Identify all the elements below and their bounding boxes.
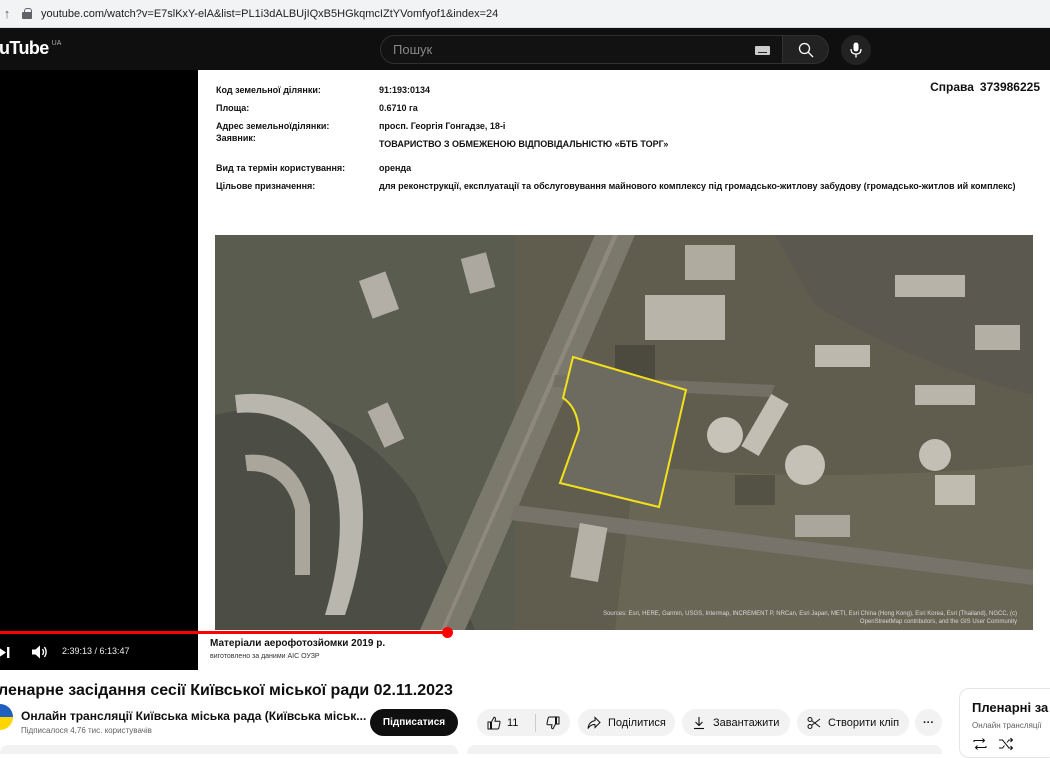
search-icon [798,42,813,57]
volume-icon[interactable] [32,645,48,659]
like-button[interactable]: 11 [477,709,535,736]
channel-name[interactable]: Онлайн трансляції Київська міська рада (… [21,709,366,723]
row-label: Площа: [216,103,250,113]
youtube-logo[interactable]: uTube UA [0,38,61,59]
row-label: Цільове призначення: [216,181,316,191]
row-label: Код земельної ділянки: [216,85,321,95]
search-box[interactable] [380,35,783,64]
row-value: оренда [379,163,412,173]
photo-caption-source: виготовлено за даними АІС ОУЗР [210,653,320,660]
subscribe-button[interactable]: Підписатися [370,709,458,736]
video-player[interactable]: Справа 373986225 Код земельної ділянки: 9… [0,70,1050,670]
region-label: UA [51,40,62,47]
clip-label: Створити кліп [828,716,900,729]
keyboard-icon[interactable] [755,46,770,55]
scrubber-handle[interactable] [442,627,453,638]
search-input[interactable] [393,42,733,57]
playlist-controls [972,737,1014,751]
subscriber-count: Підписалося 4,76 тис. користувачів [21,726,152,735]
clip-button[interactable]: Створити кліп [797,709,909,736]
lock-icon[interactable] [22,8,32,19]
like-count: 11 [507,716,519,729]
download-icon [694,716,704,729]
row-label: Вид та термін користування: [216,163,346,173]
row-value: для реконструкції, експлуатації та обслу… [379,181,1016,191]
loop-icon[interactable] [972,737,988,751]
playlist-channel[interactable]: Онлайн трансляції [972,721,1041,730]
more-actions-button[interactable]: ··· [915,709,942,736]
search-button[interactable] [783,35,829,64]
map-attribution: Sources: Esri, HERE, Garmin, USGS, Inter… [603,611,1017,625]
logo-text: uTube [0,38,49,58]
share-button[interactable]: Поділитися [578,709,675,736]
row-value: 91:193:0134 [379,85,431,95]
player-controls: 2:39:13 / 6:13:47 [0,634,198,670]
channel-avatar[interactable] [0,704,13,730]
row-value: просп. Георгія Гонгадзе, 18-і [379,121,506,131]
youtube-header: uTube UA [0,28,1050,70]
download-label: Завантажити [713,716,780,729]
shuffle-icon[interactable] [998,737,1014,751]
row-value: 0.6710 га [379,103,418,113]
aerial-photo: Sources: Esri, HERE, Garmin, USGS, Inter… [215,235,1033,630]
thumbs-down-icon [546,716,560,729]
comments-box-edge [467,745,942,754]
url-text[interactable]: youtube.com/watch?v=E7slKxY-elA&list=PL1… [41,8,498,20]
playlist-title[interactable]: Пленарні за [972,700,1048,715]
row-label: Адрес земельноїділянки: [216,121,330,131]
share-label: Поділитися [608,716,666,729]
row-value: ТОВАРИСТВО З ОБМЕЖЕНОЮ ВІДПОВІДАЛЬНІСТЮ … [379,139,669,149]
photo-caption: Матеріали аерофотозйомки 2019 р. [210,638,386,649]
video-frame-slide: Справа 373986225 Код земельної ділянки: 9… [198,70,1050,670]
video-title: ленарне засідання сесії Київської місько… [0,682,453,699]
voice-search-button[interactable] [841,35,871,65]
row-label: Заявник: [216,133,256,143]
aerial-map-image [215,235,1033,630]
playlist-panel: Пленарні за Онлайн трансляції [959,688,1050,758]
scissors-icon [807,716,821,729]
description-box-edge [0,745,458,754]
download-button[interactable]: Завантажити [682,709,790,736]
reload-icon[interactable]: ↑ [0,0,14,28]
time-display: 2:39:13 / 6:13:47 [62,646,130,656]
thumbs-up-icon [487,716,501,729]
dislike-button[interactable] [536,709,570,736]
more-icon: ··· [923,716,934,729]
next-video-icon[interactable] [0,647,10,658]
browser-address-bar[interactable]: ↑ youtube.com/watch?v=E7slKxY-elA&list=P… [0,0,1050,28]
share-icon [587,715,601,729]
microphone-icon [850,42,862,58]
search-bar [380,35,829,64]
like-dislike-group: 11 [477,709,570,736]
